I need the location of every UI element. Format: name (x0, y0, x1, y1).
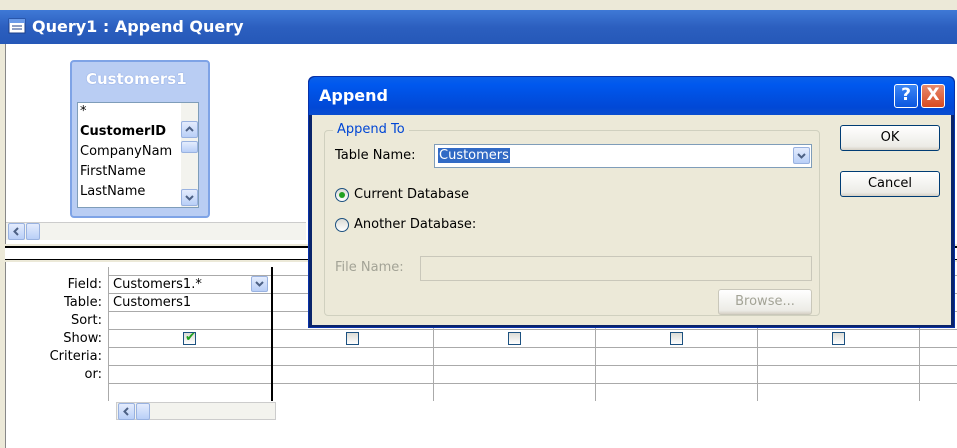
browse-button-label: Browse... (735, 294, 795, 309)
scroll-thumb[interactable] (136, 403, 150, 420)
grid-line (108, 267, 109, 401)
grid-line (108, 365, 957, 366)
help-button[interactable]: ? (894, 84, 918, 108)
table-name-combo[interactable]: Customers (434, 144, 812, 168)
field-list[interactable]: * CustomerID CompanyNam FirstName LastNa… (77, 102, 199, 208)
grid-hscrollbar[interactable] (116, 402, 276, 420)
ok-button-label: OK (880, 130, 900, 145)
row-label-table: Table: (64, 295, 102, 310)
row-label-criteria: Criteria: (49, 349, 102, 364)
current-database-radio[interactable] (335, 188, 349, 202)
field-list-item[interactable]: * (80, 104, 87, 122)
row-label-or: or: (84, 367, 102, 382)
table-cell[interactable]: Customers1 (113, 295, 191, 310)
grid-line (108, 383, 957, 384)
field-list-scrollbar[interactable] (181, 103, 198, 207)
dialog-titlebar[interactable]: Append ? X (309, 77, 954, 115)
another-database-radio[interactable] (335, 218, 349, 232)
another-database-label[interactable]: Another Database: (354, 217, 476, 232)
radio-selected-dot (339, 192, 345, 198)
grid-line (108, 347, 957, 348)
field-list-item[interactable]: CustomerID (80, 124, 166, 142)
chevron-left-icon (123, 407, 129, 416)
show-checkbox[interactable] (832, 332, 845, 345)
append-dialog: Append ? X Append To Table Name: Custome… (308, 76, 955, 328)
scroll-thumb[interactable] (26, 223, 40, 240)
append-to-group: Append To Table Name: Customers Current … (324, 122, 820, 316)
scroll-up-button[interactable] (181, 121, 198, 138)
file-name-label: File Name: (335, 260, 404, 275)
scroll-left-button[interactable] (8, 223, 25, 240)
chevron-down-icon (255, 281, 264, 287)
scroll-thumb[interactable] (181, 141, 198, 153)
window-titlebar[interactable]: Query1 : Append Query (0, 10, 957, 44)
scroll-left-button[interactable] (118, 403, 135, 420)
help-icon: ? (901, 85, 911, 105)
close-icon: X (926, 85, 940, 105)
window-title: Query1 : Append Query (32, 17, 244, 36)
row-label-show: Show: (63, 331, 102, 346)
query-window: Query1 : Append Query Customers1 * Custo… (0, 0, 957, 448)
table-name-dropdown-button[interactable] (793, 147, 810, 164)
field-dropdown-button[interactable] (251, 276, 268, 292)
file-name-input[interactable] (420, 256, 812, 281)
cancel-button[interactable]: Cancel (840, 171, 940, 197)
dialog-title: Append (319, 86, 388, 105)
table-window-title: Customers1 (86, 70, 187, 88)
table-window-customers1[interactable]: Customers1 * CustomerID CompanyNam First… (70, 60, 210, 218)
table-name-label: Table Name: (335, 148, 416, 163)
show-checkbox-checked[interactable]: ✔ (183, 330, 196, 345)
row-label-field: Field: (67, 277, 102, 292)
cancel-button-label: Cancel (867, 176, 913, 191)
show-checkbox[interactable] (670, 332, 683, 345)
dialog-body: Append To Table Name: Customers Current … (312, 115, 951, 325)
field-list-item[interactable]: FirstName (80, 164, 146, 182)
close-button[interactable]: X (921, 84, 945, 108)
group-label: Append To (333, 122, 409, 137)
grid-line (108, 329, 957, 330)
show-checkbox[interactable] (508, 332, 521, 345)
table-pane-hscrollbar[interactable] (6, 222, 306, 240)
show-checkbox[interactable] (346, 332, 359, 345)
row-label-sort: Sort: (70, 313, 102, 328)
scroll-down-button[interactable] (181, 189, 198, 206)
chevron-up-icon (185, 126, 194, 132)
ok-button[interactable]: OK (840, 125, 940, 151)
chevron-down-icon (185, 195, 194, 201)
field-list-item[interactable]: CompanyNam (80, 144, 172, 162)
browse-button[interactable]: Browse... (718, 289, 812, 315)
table-name-value[interactable]: Customers (438, 148, 510, 163)
checkmark-icon: ✔ (185, 330, 196, 345)
chevron-down-icon (797, 153, 806, 159)
current-database-label[interactable]: Current Database (354, 187, 469, 202)
field-cell[interactable]: Customers1.* (113, 277, 202, 292)
grid-column-selector[interactable] (271, 267, 273, 401)
chevron-left-icon (13, 227, 19, 236)
query-icon (8, 18, 26, 34)
field-list-item[interactable]: LastName (80, 184, 145, 202)
